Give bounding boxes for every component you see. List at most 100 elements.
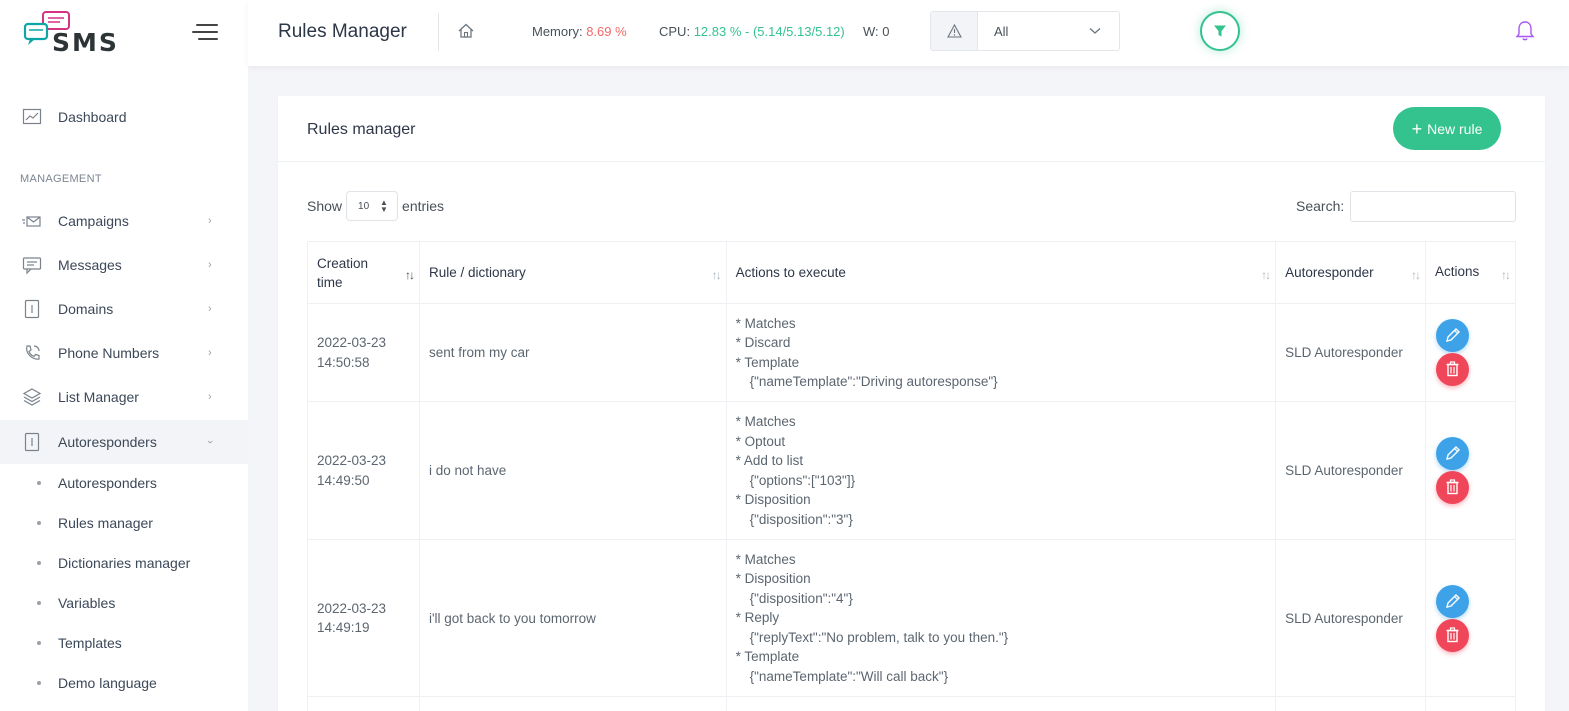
column-label: Actions to execute — [735, 265, 846, 280]
sidebar-subitem-dictionaries-manager[interactable]: Dictionaries manager — [0, 549, 248, 577]
column-header-actions[interactable]: Actions ↑↓ — [1425, 241, 1516, 304]
bell-icon[interactable] — [1515, 20, 1535, 42]
sidebar-subitem-templates[interactable]: Templates — [0, 629, 248, 657]
app-logo[interactable]: SMS — [22, 11, 147, 57]
pencil-icon — [1446, 446, 1461, 460]
top-header: Rules Manager Memory: 8.69 % CPU: 12.83 … — [248, 0, 1569, 66]
trash-icon — [1446, 361, 1459, 377]
sidebar-item-phone-numbers[interactable]: Phone Numbers › — [0, 331, 248, 375]
action-line: * Matches — [735, 551, 796, 567]
envelope-send-icon — [22, 216, 41, 227]
bullet-icon — [37, 641, 41, 645]
sidebar-item-list-manager[interactable]: List Manager › — [0, 375, 248, 419]
sidebar-item-label: Phone Numbers — [58, 345, 160, 361]
bullet-icon — [37, 601, 41, 605]
sidebar-subitem-demo-language[interactable]: Demo language — [0, 669, 248, 697]
column-label: Creation time — [317, 255, 369, 290]
search-label: Search: — [1296, 198, 1345, 214]
select-value: All — [994, 24, 1009, 39]
sidebar-item-autoresponders[interactable]: Autoresponders › — [0, 420, 248, 464]
delete-button[interactable] — [1436, 471, 1470, 504]
sidebar-item-dashboard[interactable]: Dashboard — [0, 95, 248, 139]
column-header-rule[interactable]: Rule / dictionary ↑↓ — [418, 241, 727, 304]
home-icon[interactable] — [457, 22, 475, 40]
sidebar-subitem-autoresponders[interactable]: Autoresponders — [0, 469, 248, 497]
action-line: * Template — [735, 354, 800, 370]
sidebar-item-messages[interactable]: Messages › — [0, 243, 248, 287]
rule-cell — [418, 696, 727, 711]
actions-cell: * Matches * Discard * Template {"nameTem… — [725, 303, 1277, 402]
chevron-down-icon: › — [203, 440, 216, 444]
chevron-right-icon: › — [208, 391, 212, 403]
action-line: * Discard — [735, 335, 791, 350]
action-line: * Matches — [735, 414, 796, 429]
rule-cell: i do not have — [418, 401, 727, 540]
section-title-management: MANAGEMENT — [20, 173, 102, 185]
sidebar-subitem-label: Templates — [58, 635, 122, 651]
action-param: {"replyText":"No problem, talk to you th… — [749, 629, 1009, 645]
sidebar-item-label: List Manager — [58, 389, 139, 405]
delete-button[interactable] — [1436, 353, 1470, 386]
sort-icon: ↑↓ — [1411, 268, 1421, 282]
column-label: Autoresponder — [1285, 265, 1374, 280]
document-icon — [24, 432, 40, 452]
column-header-creation-time[interactable]: Creation time ↑↓ — [307, 241, 420, 304]
autoresponder-cell: SLD Autoresponder — [1275, 539, 1427, 697]
column-header-actions-to-execute[interactable]: Actions to execute ↑↓ — [725, 241, 1277, 304]
sidebar-item-campaigns[interactable]: Campaigns › — [0, 199, 248, 243]
action-line: * Matches — [735, 315, 796, 331]
action-line: * Reply — [735, 610, 780, 626]
row-date: 2022-03-23 — [317, 453, 387, 468]
table-row: 2022-03-23 14:49:19 i'll got back to you… — [307, 539, 1516, 697]
sidebar-subitem-rules-manager[interactable]: Rules manager — [0, 509, 248, 537]
sidebar-subitem-label: Variables — [58, 595, 116, 611]
page-length-select[interactable]: 10 ▲ ▼ — [346, 191, 399, 221]
delete-button[interactable] — [1436, 618, 1470, 652]
chevron-down-icon — [1089, 28, 1101, 34]
column-header-autoresponder[interactable]: Autoresponder ↑↓ — [1275, 241, 1427, 304]
sidebar-subitem-variables[interactable]: Variables — [0, 589, 248, 617]
select-addon — [931, 12, 978, 50]
column-label: Rule / dictionary — [428, 265, 526, 280]
edit-button[interactable] — [1436, 584, 1470, 618]
creation-time-cell — [307, 696, 420, 711]
sidebar-subitem-label: Autoresponders — [58, 475, 157, 491]
action-param: {"options":["103"]} — [749, 472, 856, 488]
edit-button[interactable] — [1436, 437, 1470, 470]
row-time: 14:49:50 — [317, 472, 370, 488]
sort-icon: ↑↓ — [1501, 268, 1511, 282]
chevron-right-icon: › — [208, 347, 212, 359]
trash-icon — [1446, 626, 1459, 642]
action-line: * Add to list — [735, 453, 804, 468]
row-actions-cell — [1425, 696, 1516, 711]
filter-button[interactable] — [1200, 11, 1240, 51]
card-title: Rules manager — [307, 121, 416, 138]
menu-toggle-icon[interactable] — [192, 22, 218, 42]
creation-time-cell: 2022-03-23 14:49:19 — [307, 539, 420, 697]
logo-text: SMS — [52, 28, 119, 55]
actions-cell — [725, 696, 1277, 711]
new-rule-button[interactable]: + New rule — [1393, 107, 1501, 150]
row-date: 2022-03-23 — [317, 335, 387, 350]
edit-button[interactable] — [1436, 319, 1470, 352]
alert-filter-select[interactable]: All — [930, 11, 1120, 51]
sidebar-item-label: Autoresponders — [58, 434, 157, 450]
autoresponder-cell: SLD Autoresponder — [1275, 303, 1427, 402]
rule-cell: sent from my car — [418, 303, 727, 402]
rules-card: Rules manager + New rule Show 10 ▲ ▼ entr… — [278, 96, 1545, 711]
sort-arrows-icon: ▲ ▼ — [380, 198, 388, 214]
action-line: * Optout — [735, 433, 786, 449]
cpu-value: 12.83 % - (5.14/5.13/5.12) — [693, 24, 845, 39]
document-icon — [24, 299, 40, 319]
creation-time-cell: 2022-03-23 14:50:58 — [307, 303, 420, 402]
pencil-icon — [1446, 593, 1461, 608]
sidebar-item-label: Dashboard — [58, 109, 127, 125]
table-header-row: Creation time ↑↓ Rule / dictionary ↑↓ Ac… — [307, 241, 1516, 304]
sidebar-item-domains[interactable]: Domains › — [0, 287, 248, 331]
search-input[interactable] — [1350, 191, 1516, 222]
action-line: * Template — [735, 649, 800, 665]
filter-icon — [1214, 25, 1226, 37]
header-divider — [438, 13, 439, 51]
sidebar-item-label: Messages — [58, 257, 122, 273]
action-line: * Disposition — [735, 492, 811, 507]
